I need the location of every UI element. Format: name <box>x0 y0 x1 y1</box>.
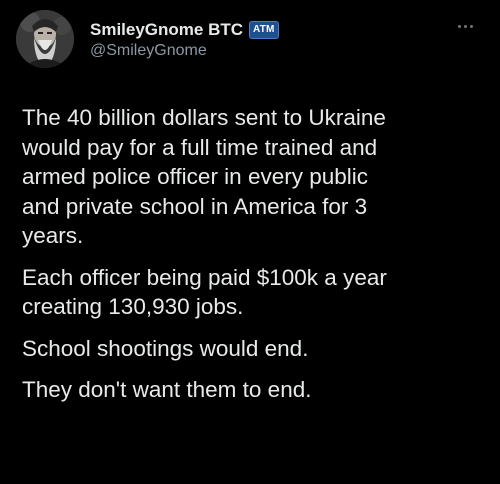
avatar[interactable] <box>16 10 74 68</box>
more-options-icon[interactable] <box>450 16 480 36</box>
author-names: SmileyGnome BTC ATM @SmileyGnome <box>90 19 279 60</box>
user-handle[interactable]: @SmileyGnome <box>90 42 279 60</box>
tweet-paragraph-1: The 40 billion dollars sent to Ukraine w… <box>22 105 386 248</box>
tweet-paragraph-4: They don't want them to end. <box>22 377 312 402</box>
atm-badge-icon: ATM <box>249 21 279 39</box>
tweet-text: The 40 billion dollars sent to Ukraine w… <box>22 103 482 417</box>
tweet-paragraph-2: Each officer being paid $100k a year cre… <box>22 264 387 320</box>
dot <box>469 24 473 28</box>
dot <box>463 24 467 28</box>
display-name-row: SmileyGnome BTC ATM <box>90 19 279 41</box>
tweet-card: SmileyGnome BTC ATM @SmileyGnome The 40 … <box>0 0 500 484</box>
dot <box>457 24 461 28</box>
tweet-header: SmileyGnome BTC ATM @SmileyGnome <box>16 10 484 70</box>
bearded-man-avatar-icon <box>16 10 74 68</box>
display-name[interactable]: SmileyGnome BTC <box>90 20 243 40</box>
tweet-paragraph-3: School shootings would end. <box>22 335 309 361</box>
